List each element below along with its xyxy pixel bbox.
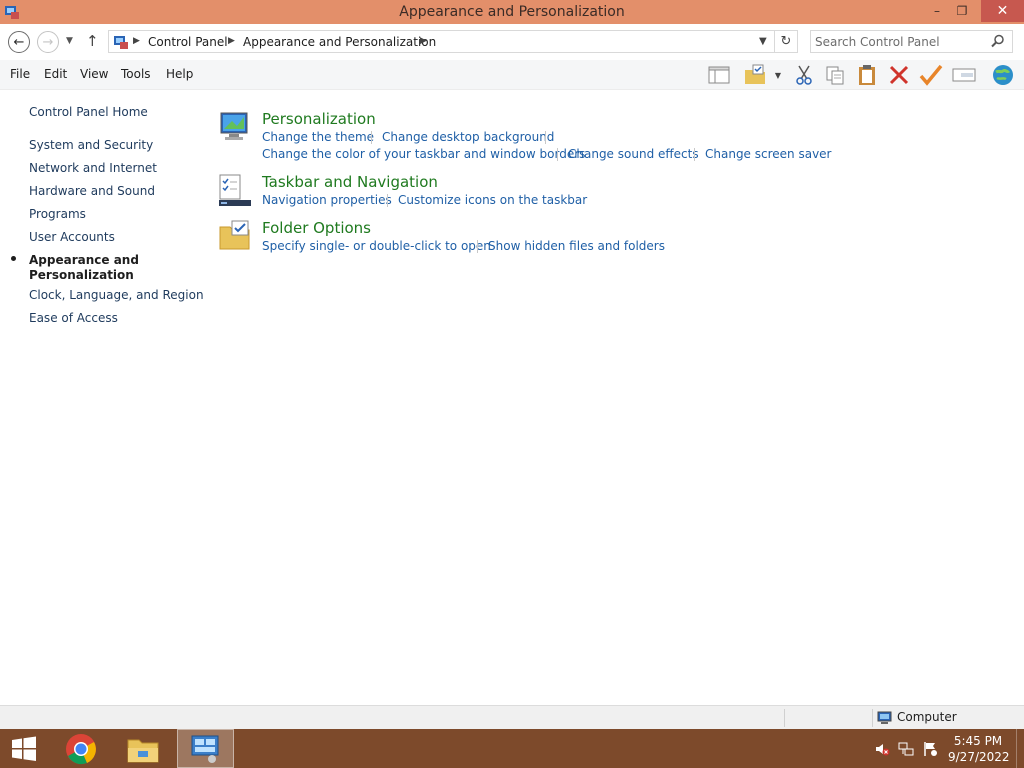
link-separator (694, 148, 695, 161)
delete-icon[interactable] (886, 62, 912, 88)
forward-button[interactable]: → (37, 31, 59, 53)
taskbar-navigation-icon[interactable] (218, 173, 252, 207)
status-divider (784, 709, 785, 727)
link-change-desktop-background[interactable]: Change desktop background (382, 130, 554, 144)
sidebar-item-clock-language-region[interactable]: Clock, Language, and Region (29, 288, 204, 303)
restore-button[interactable]: ❐ (947, 0, 977, 22)
sidebar: Control Panel Home System and Security N… (0, 90, 210, 705)
address-toolbar: ← → ▼ ↑ ▶ Control Panel ▶ Appearance and… (0, 24, 1024, 60)
link-show-hidden-files[interactable]: Show hidden files and folders (488, 239, 665, 253)
link-change-taskbar-color[interactable]: Change the color of your taskbar and win… (262, 147, 585, 161)
search-input[interactable] (815, 32, 990, 51)
action-center-flag-icon[interactable] (922, 741, 938, 757)
link-separator (387, 194, 388, 207)
clock-time[interactable]: 5:45 PM (948, 734, 1008, 748)
link-navigation-properties[interactable]: Navigation properties (262, 193, 392, 207)
menu-edit[interactable]: Edit (44, 67, 67, 81)
menu-bar: File Edit View Tools Help ▼ (0, 60, 1024, 90)
control-panel-icon (191, 735, 218, 763)
network-icon[interactable] (898, 741, 914, 757)
sidebar-item-hardware-sound[interactable]: Hardware and Sound (29, 184, 155, 199)
start-button[interactable] (0, 729, 48, 768)
up-button[interactable]: ↑ (86, 32, 99, 50)
back-button[interactable]: ← (8, 31, 30, 53)
link-customize-taskbar-icons[interactable]: Customize icons on the taskbar (398, 193, 587, 207)
chrome-icon (66, 733, 96, 764)
status-divider (872, 709, 873, 727)
control-panel-location-icon (114, 36, 128, 49)
checkmark-icon[interactable] (918, 62, 944, 88)
sidebar-item-programs[interactable]: Programs (29, 207, 86, 222)
windows-logo-icon (12, 736, 36, 761)
sidebar-item-appearance-current: Appearance and Personalization (29, 253, 139, 282)
link-change-theme[interactable]: Change the theme (262, 130, 374, 144)
address-box[interactable]: ▶ Control Panel ▶ Appearance and Persona… (108, 30, 775, 53)
sidebar-item-user-accounts[interactable]: User Accounts (29, 230, 115, 245)
current-item-bullet (11, 256, 16, 261)
link-separator (545, 131, 546, 144)
breadcrumb-appearance[interactable]: Appearance and Personalization (243, 35, 436, 49)
breadcrumb-chevron-icon[interactable]: ▶ (133, 36, 140, 46)
sidebar-item-network-internet[interactable]: Network and Internet (29, 161, 157, 176)
status-bar: Computer (0, 705, 1024, 729)
menu-help[interactable]: Help (166, 67, 193, 81)
status-location-label: Computer (897, 710, 957, 724)
folder-options-icon[interactable] (218, 219, 252, 253)
dropdown-icon[interactable]: ▼ (769, 62, 787, 88)
sidebar-control-panel-home[interactable]: Control Panel Home (29, 105, 148, 120)
cut-icon[interactable] (791, 62, 817, 88)
layout-pane-icon[interactable] (706, 62, 732, 88)
recent-pages-dropdown[interactable]: ▼ (66, 36, 73, 46)
globe-icon[interactable] (990, 62, 1016, 88)
breadcrumb-chevron-icon[interactable]: ▶ (420, 36, 427, 46)
link-separator (477, 240, 478, 253)
breadcrumb-chevron-icon[interactable]: ▶ (228, 36, 235, 46)
taskbar: 5:45 PM 9/27/2022 (0, 729, 1024, 768)
taskbar-app-chrome[interactable] (54, 729, 108, 768)
title-bar: Appearance and Personalization – ❐ ✕ (0, 0, 1024, 24)
menu-tools[interactable]: Tools (121, 67, 151, 81)
folder-check-icon[interactable] (742, 62, 768, 88)
file-explorer-icon (127, 739, 159, 762)
category-taskbar-navigation-title[interactable]: Taskbar and Navigation (262, 173, 438, 191)
computer-icon (877, 711, 892, 724)
taskbar-app-file-explorer[interactable] (116, 729, 170, 768)
link-separator (371, 131, 372, 144)
properties-icon[interactable] (951, 62, 977, 88)
paste-icon[interactable] (854, 62, 880, 88)
link-single-double-click[interactable]: Specify single- or double-click to open (262, 239, 491, 253)
clock-date[interactable]: 9/27/2022 (948, 750, 1010, 764)
copy-icon[interactable] (822, 62, 848, 88)
address-history-dropdown-icon[interactable]: ▼ (759, 36, 767, 47)
refresh-button[interactable]: ↻ (774, 30, 798, 53)
personalization-icon[interactable] (218, 110, 252, 144)
category-personalization-title[interactable]: Personalization (262, 110, 376, 128)
link-change-screen-saver[interactable]: Change screen saver (705, 147, 832, 161)
search-icon[interactable] (991, 34, 1005, 48)
link-change-sound-effects[interactable]: Change sound effects (568, 147, 699, 161)
menu-view[interactable]: View (80, 67, 108, 81)
breadcrumb-control-panel[interactable]: Control Panel (148, 35, 228, 49)
search-box[interactable] (810, 30, 1013, 53)
menu-file[interactable]: File (10, 67, 30, 81)
window-title: Appearance and Personalization (399, 4, 625, 20)
volume-muted-icon[interactable] (874, 741, 890, 757)
close-button[interactable]: ✕ (981, 0, 1024, 22)
show-desktop-button[interactable] (1016, 729, 1024, 768)
sidebar-item-ease-of-access[interactable]: Ease of Access (29, 311, 118, 326)
link-separator (557, 148, 558, 161)
taskbar-app-control-panel[interactable] (177, 729, 234, 768)
category-folder-options-title[interactable]: Folder Options (262, 219, 371, 237)
sidebar-item-system-security[interactable]: System and Security (29, 138, 153, 153)
